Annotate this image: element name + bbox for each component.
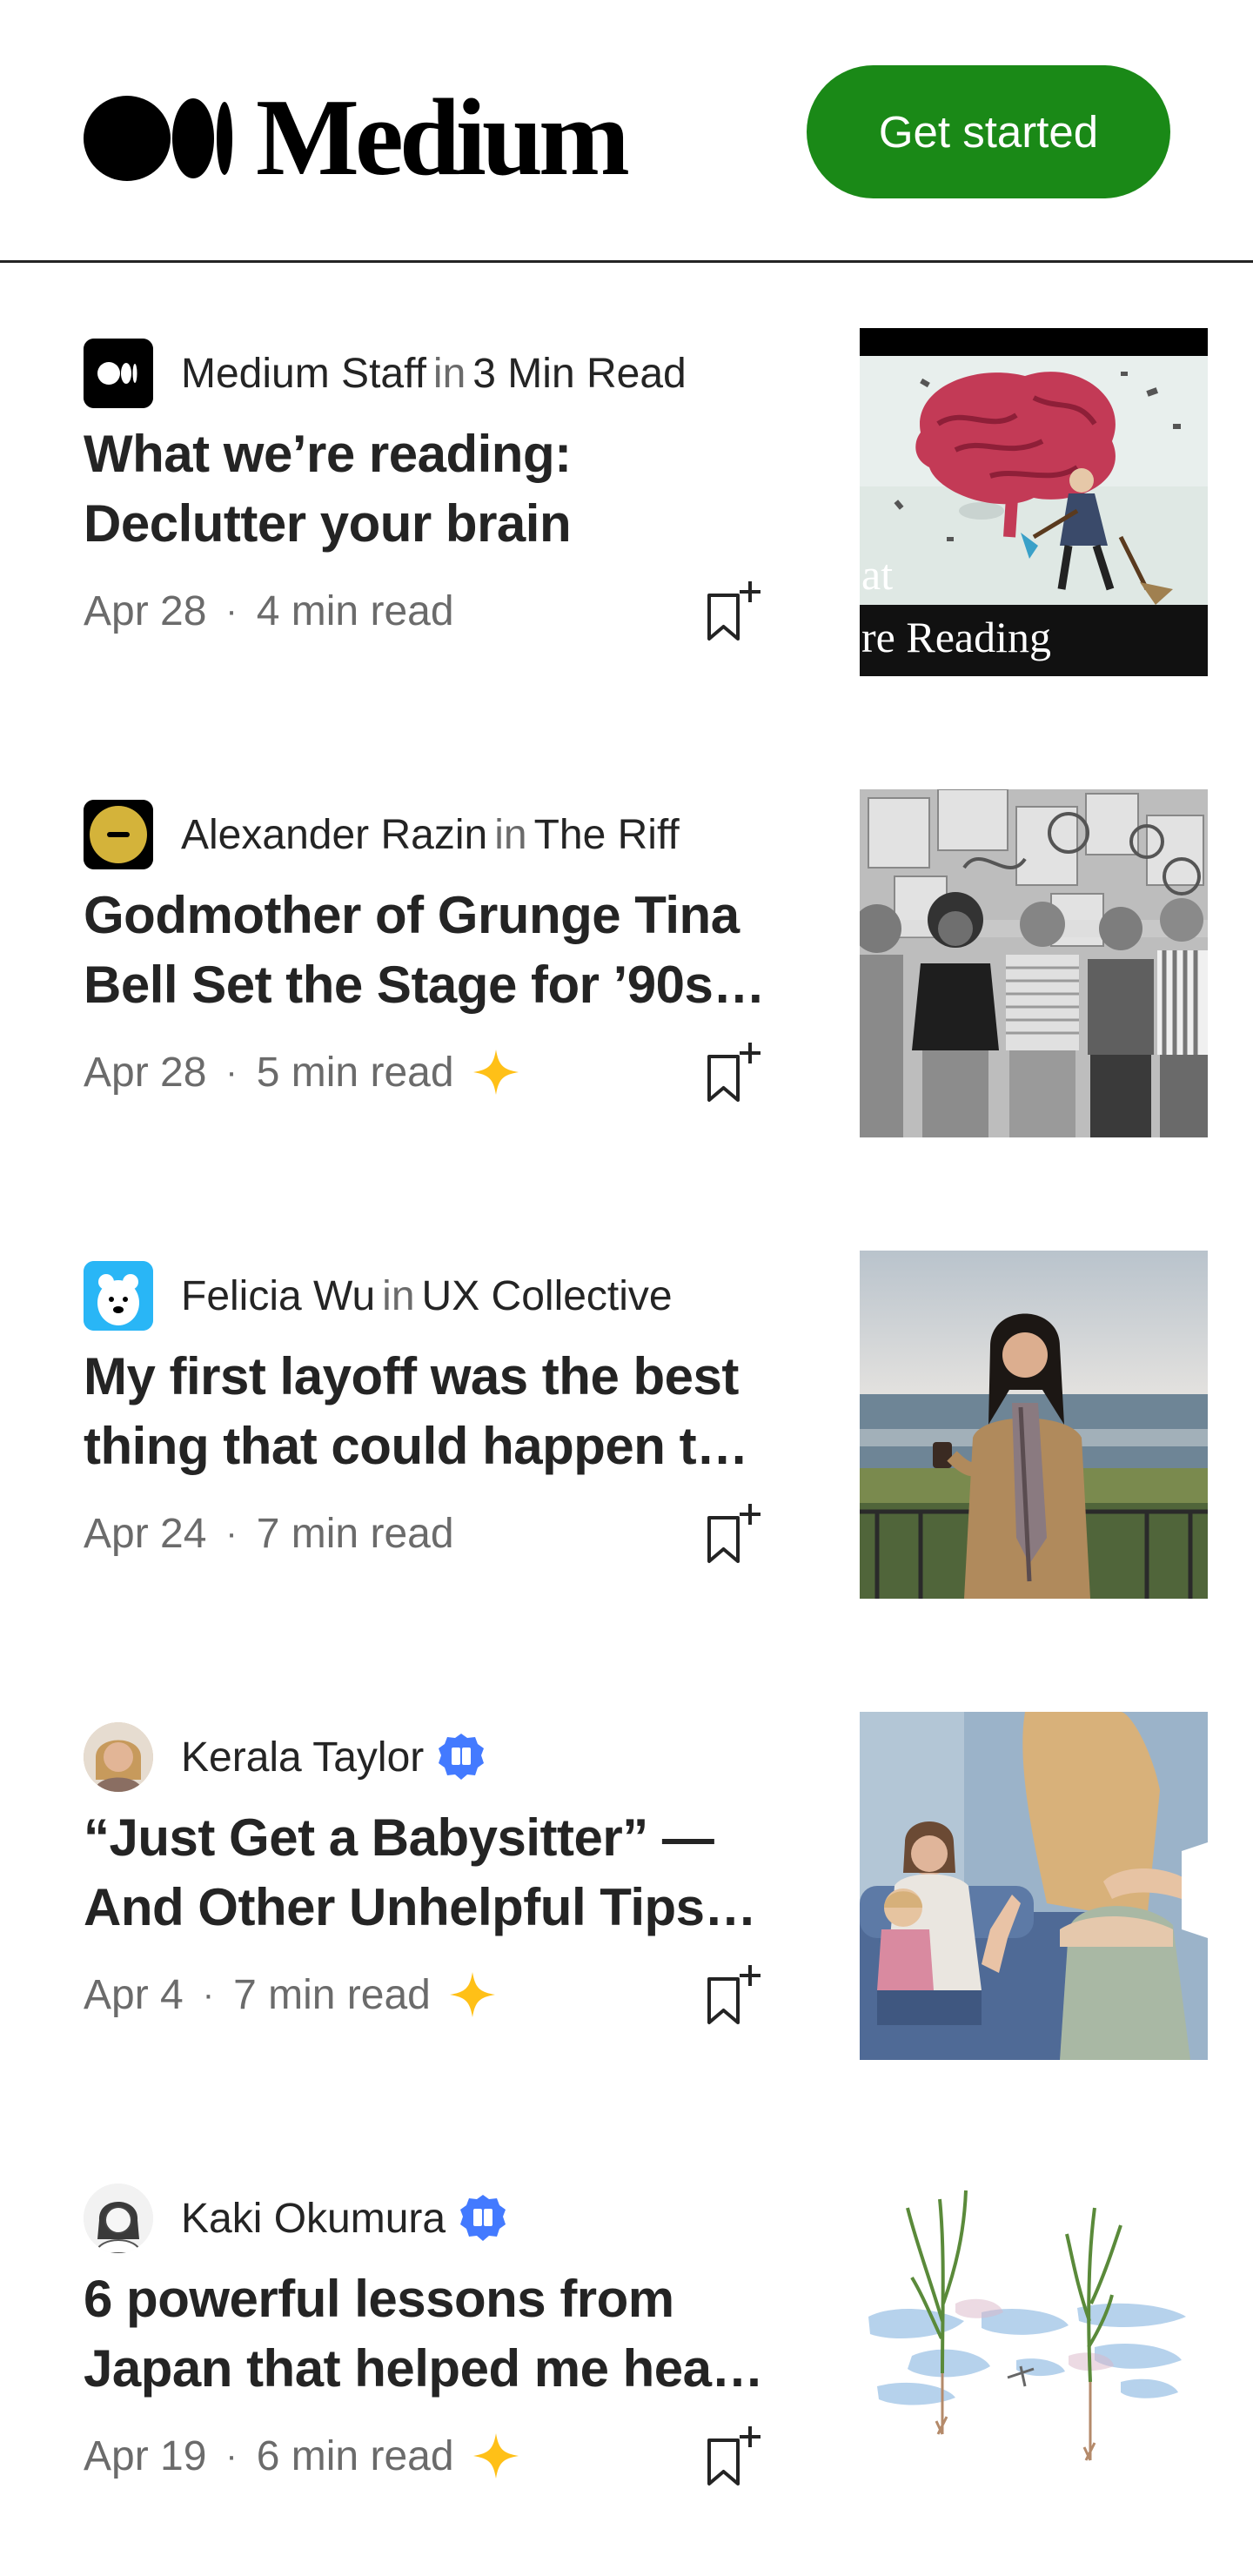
article-thumbnail[interactable]: at re Reading <box>860 328 1208 676</box>
avatar[interactable] <box>84 800 153 869</box>
ux-collective-logo-icon <box>84 1261 153 1331</box>
author-name[interactable]: Kerala Taylor <box>181 1734 424 1781</box>
bookmark-add-icon[interactable] <box>705 1960 766 2029</box>
medium-staff-logo-icon <box>84 339 153 408</box>
author-line: Medium Staff in 3 Min Read <box>181 350 687 398</box>
meta-separator: · <box>225 1052 238 1091</box>
in-label: in <box>432 350 466 397</box>
read-time: 7 min read <box>233 1971 431 2018</box>
in-label: in <box>382 1272 415 1319</box>
meta-separator: · <box>225 2436 238 2475</box>
author-portrait-icon <box>84 1722 153 1792</box>
verified-badge-icon <box>458 2193 508 2244</box>
therapy-session-photo <box>860 1712 1208 2060</box>
publish-date: Apr 4 <box>84 1971 184 2018</box>
member-only-star-icon <box>472 2432 520 2480</box>
article-meta: Apr 28 · 4 min read <box>84 580 454 641</box>
author-line: Kerala Taylor <box>181 1734 424 1781</box>
author-line: Kaki Okumura <box>181 2195 446 2243</box>
article-meta: Apr 19 · 6 min read <box>84 2425 520 2486</box>
author-row: Medium Staff in 3 Min Read <box>84 339 687 408</box>
avatar[interactable] <box>84 2184 153 2253</box>
meta-separator: · <box>202 1975 215 2014</box>
article-title[interactable]: Godmother of Grunge Tina Bell Set the St… <box>84 881 788 1020</box>
woman-by-sea-photo <box>860 1251 1208 1599</box>
article-title[interactable]: My first layoff was the best thing that … <box>84 1342 788 1481</box>
member-only-star-icon <box>448 1970 497 2019</box>
avatar[interactable] <box>84 339 153 408</box>
thumb-caption-1: at <box>861 550 893 599</box>
medium-logo-icon <box>84 96 232 181</box>
article-meta: Apr 24 · 7 min read <box>84 1503 454 1564</box>
article-card[interactable]: Medium Staff in 3 Min Read What we’re read… <box>0 328 1253 676</box>
author-row: Kerala Taylor <box>84 1722 486 1792</box>
verified-badge-icon <box>436 1732 486 1782</box>
article-meta: Apr 28 · 5 min read <box>84 1042 520 1103</box>
read-time: 6 min read <box>256 2432 454 2479</box>
author-row: Kaki Okumura <box>84 2184 508 2253</box>
article-thumbnail[interactable] <box>860 1712 1208 2060</box>
article-thumbnail[interactable] <box>860 789 1208 1137</box>
article-card[interactable]: Alexander Razin in The Riff Godmother of G… <box>0 789 1253 1137</box>
top-bar: Medium Get started <box>0 0 1253 263</box>
article-meta: Apr 4 · 7 min read <box>84 1964 497 2025</box>
article-thumbnail[interactable] <box>860 2173 1208 2521</box>
get-started-button[interactable]: Get started <box>807 65 1170 198</box>
meta-separator: · <box>225 1513 238 1553</box>
read-time: 7 min read <box>256 1510 454 1557</box>
author-line: Felicia Wu in UX Collective <box>181 1272 673 1320</box>
author-name[interactable]: Medium Staff <box>181 351 426 397</box>
rice-plant-watercolor <box>860 2173 1208 2521</box>
author-name[interactable]: Felicia Wu <box>181 1273 375 1319</box>
bookmark-add-icon[interactable] <box>705 576 766 646</box>
author-name[interactable]: Alexander Razin <box>181 812 487 858</box>
article-card[interactable]: Kerala Taylor “Just Get a Babysitter” — … <box>0 1712 1253 2060</box>
article-title[interactable]: 6 powerful lessons from Japan that helpe… <box>84 2264 788 2404</box>
bookmark-add-icon[interactable] <box>705 2421 766 2491</box>
avatar[interactable] <box>84 1261 153 1331</box>
read-time: 4 min read <box>256 587 454 634</box>
in-label: in <box>494 811 527 858</box>
band-photo <box>860 789 1208 1137</box>
publish-date: Apr 28 <box>84 587 207 634</box>
author-row: Felicia Wu in UX Collective <box>84 1261 673 1331</box>
author-line: Alexander Razin in The Riff <box>181 811 680 859</box>
author-portrait-icon <box>84 2184 153 2253</box>
article-title[interactable]: “Just Get a Babysitter” — And Other Unhe… <box>84 1803 788 1942</box>
brain-illustration: at re Reading <box>860 328 1208 676</box>
member-only-star-icon <box>472 1048 520 1097</box>
author-name[interactable]: Kaki Okumura <box>181 2196 446 2242</box>
article-card[interactable]: Felicia Wu in UX Collective My first layof… <box>0 1251 1253 1599</box>
bookmark-add-icon[interactable] <box>705 1037 766 1107</box>
author-row: Alexander Razin in The Riff <box>84 800 680 869</box>
meta-separator: · <box>225 591 238 630</box>
publication-name[interactable]: UX Collective <box>422 1273 673 1319</box>
publication-name[interactable]: The Riff <box>534 812 680 858</box>
article-thumbnail[interactable] <box>860 1251 1208 1599</box>
article-title[interactable]: What we’re reading: Declutter your brain <box>84 419 788 559</box>
avatar[interactable] <box>84 1722 153 1792</box>
bookmark-add-icon[interactable] <box>705 1499 766 1568</box>
thumb-caption-2: re Reading <box>861 613 1051 661</box>
logo-wordmark: Medium <box>256 77 630 198</box>
publication-name[interactable]: 3 Min Read <box>472 351 686 397</box>
the-riff-logo-icon <box>84 800 153 869</box>
publish-date: Apr 28 <box>84 1049 207 1096</box>
publish-date: Apr 19 <box>84 2432 207 2479</box>
medium-logo[interactable]: Medium <box>84 77 630 198</box>
read-time: 5 min read <box>256 1049 454 1096</box>
article-card[interactable]: Kaki Okumura 6 powerful lessons from Jap… <box>0 2173 1253 2521</box>
publish-date: Apr 24 <box>84 1510 207 1557</box>
